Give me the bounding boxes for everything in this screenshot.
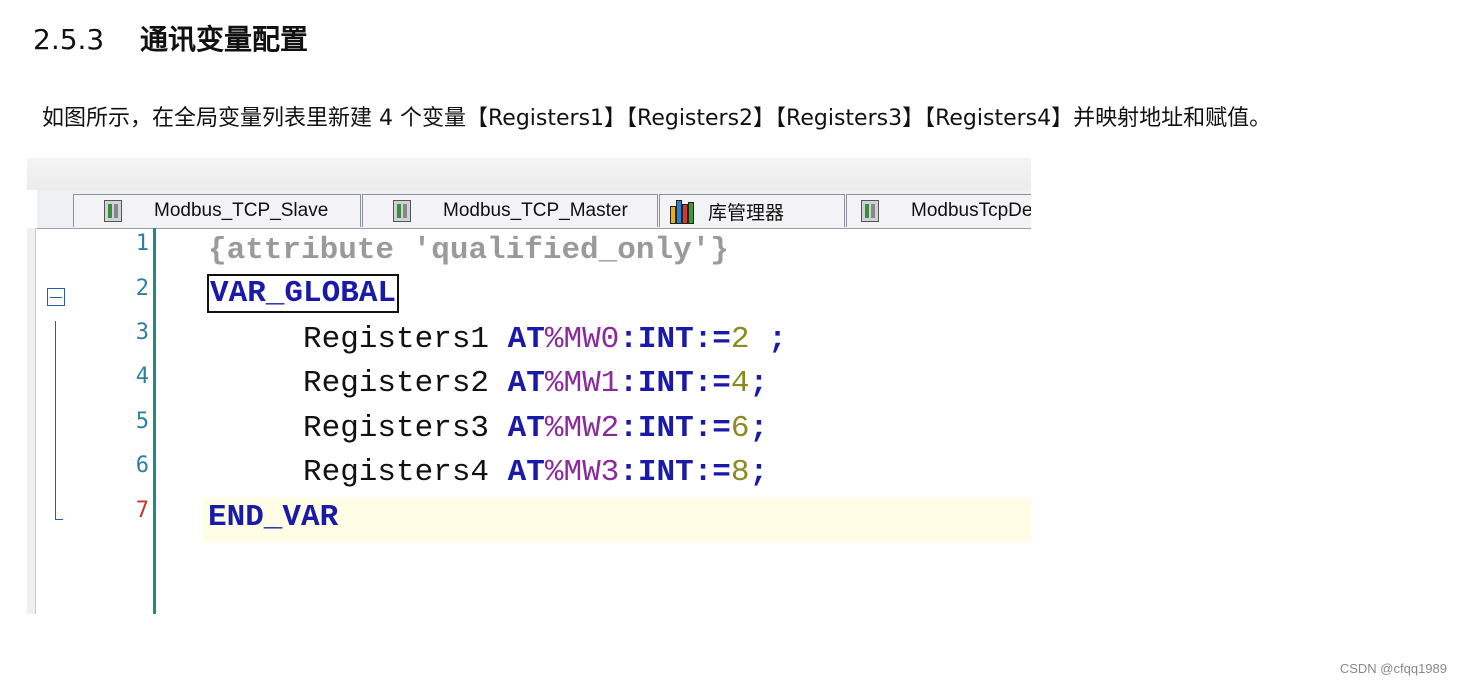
ide-screenshot: Modbus_TCP_Slave Modbus_TCP_Master 库管理器 … [27, 158, 1031, 614]
at-keyword: AT [507, 455, 545, 490]
device-icon [104, 200, 124, 222]
address: %MW3 [544, 455, 620, 490]
tab-label: ModbusTcpDev [911, 200, 1031, 221]
tab-label: Modbus_TCP_Master [443, 200, 628, 221]
assign-operator: := [693, 366, 731, 401]
variable-name: Registers3 [303, 411, 490, 446]
code-line[interactable]: 4 Registers2 AT%MW1:INT:=4; [27, 362, 1031, 406]
line-number: 7 [135, 498, 149, 523]
var-global-keyword: VAR_GLOBAL [207, 274, 400, 313]
section-heading: 2.5.3 通讯变量配置 [33, 18, 308, 58]
tab-modbustcpdev[interactable]: ModbusTcpDev [846, 194, 1031, 227]
at-keyword: AT [507, 322, 545, 357]
code-line[interactable]: 7 END_VAR [27, 496, 1031, 540]
line-number: 2 [135, 276, 149, 301]
tab-modbus-tcp-slave[interactable]: Modbus_TCP_Slave [73, 194, 361, 227]
code-line[interactable]: 1 {attribute 'qualified_only'} [27, 229, 1031, 273]
address: %MW1 [544, 366, 620, 401]
line-number: 5 [135, 409, 149, 434]
at-keyword: AT [507, 411, 545, 446]
semicolon: ; [749, 411, 769, 446]
init-value: 4 [730, 366, 750, 401]
colon: : [619, 455, 638, 490]
address: %MW0 [544, 322, 620, 357]
device-icon [861, 200, 881, 222]
type-keyword: INT [637, 455, 694, 490]
window-top-area [27, 158, 1031, 190]
type-keyword: INT [637, 322, 694, 357]
variable-name: Registers4 [303, 455, 490, 490]
variable-name: Registers1 [303, 322, 490, 357]
tab-label: 库管理器 [708, 202, 785, 224]
colon: : [619, 411, 638, 446]
address: %MW2 [544, 411, 620, 446]
colon: : [619, 322, 638, 357]
description-paragraph: 如图所示，在全局变量列表里新建 4 个变量【Registers1】【Regist… [42, 106, 1272, 131]
code-line[interactable]: 3 Registers1 AT%MW0:INT:=2 ; [27, 318, 1031, 362]
attribute-pragma: {attribute 'qualified_only'} [208, 233, 729, 268]
init-value: 6 [730, 411, 750, 446]
colon: : [619, 366, 638, 401]
code-line[interactable]: 6 Registers4 AT%MW3:INT:=8; [27, 451, 1031, 495]
semicolon: ; [749, 322, 787, 357]
at-keyword: AT [507, 366, 545, 401]
editor-tab-bar: Modbus_TCP_Slave Modbus_TCP_Master 库管理器 … [37, 190, 1031, 229]
tab-modbus-tcp-master[interactable]: Modbus_TCP_Master [362, 194, 658, 227]
section-number: 2.5.3 [33, 23, 105, 56]
variable-name: Registers2 [303, 366, 490, 401]
device-icon [393, 200, 413, 222]
watermark: CSDN @cfqq1989 [1339, 661, 1447, 676]
end-var-keyword: END_VAR [208, 500, 339, 535]
init-value: 2 [730, 322, 750, 357]
tab-label: Modbus_TCP_Slave [154, 200, 329, 221]
assign-operator: := [693, 411, 731, 446]
tab-library-manager[interactable]: 库管理器 [659, 194, 845, 227]
semicolon: ; [749, 455, 769, 490]
section-title: 通讯变量配置 [140, 23, 309, 56]
assign-operator: := [693, 455, 731, 490]
init-value: 8 [730, 455, 750, 490]
library-icon [670, 200, 696, 224]
line-number: 3 [135, 320, 149, 345]
code-line[interactable]: 2 VAR_GLOBAL [27, 274, 1031, 318]
assign-operator: := [693, 322, 731, 357]
code-line[interactable]: 5 Registers3 AT%MW2:INT:=6; [27, 407, 1031, 451]
line-number: 1 [135, 231, 149, 256]
line-number: 4 [135, 364, 149, 389]
type-keyword: INT [637, 411, 694, 446]
semicolon: ; [749, 366, 769, 401]
line-number: 6 [135, 453, 149, 478]
type-keyword: INT [637, 366, 694, 401]
